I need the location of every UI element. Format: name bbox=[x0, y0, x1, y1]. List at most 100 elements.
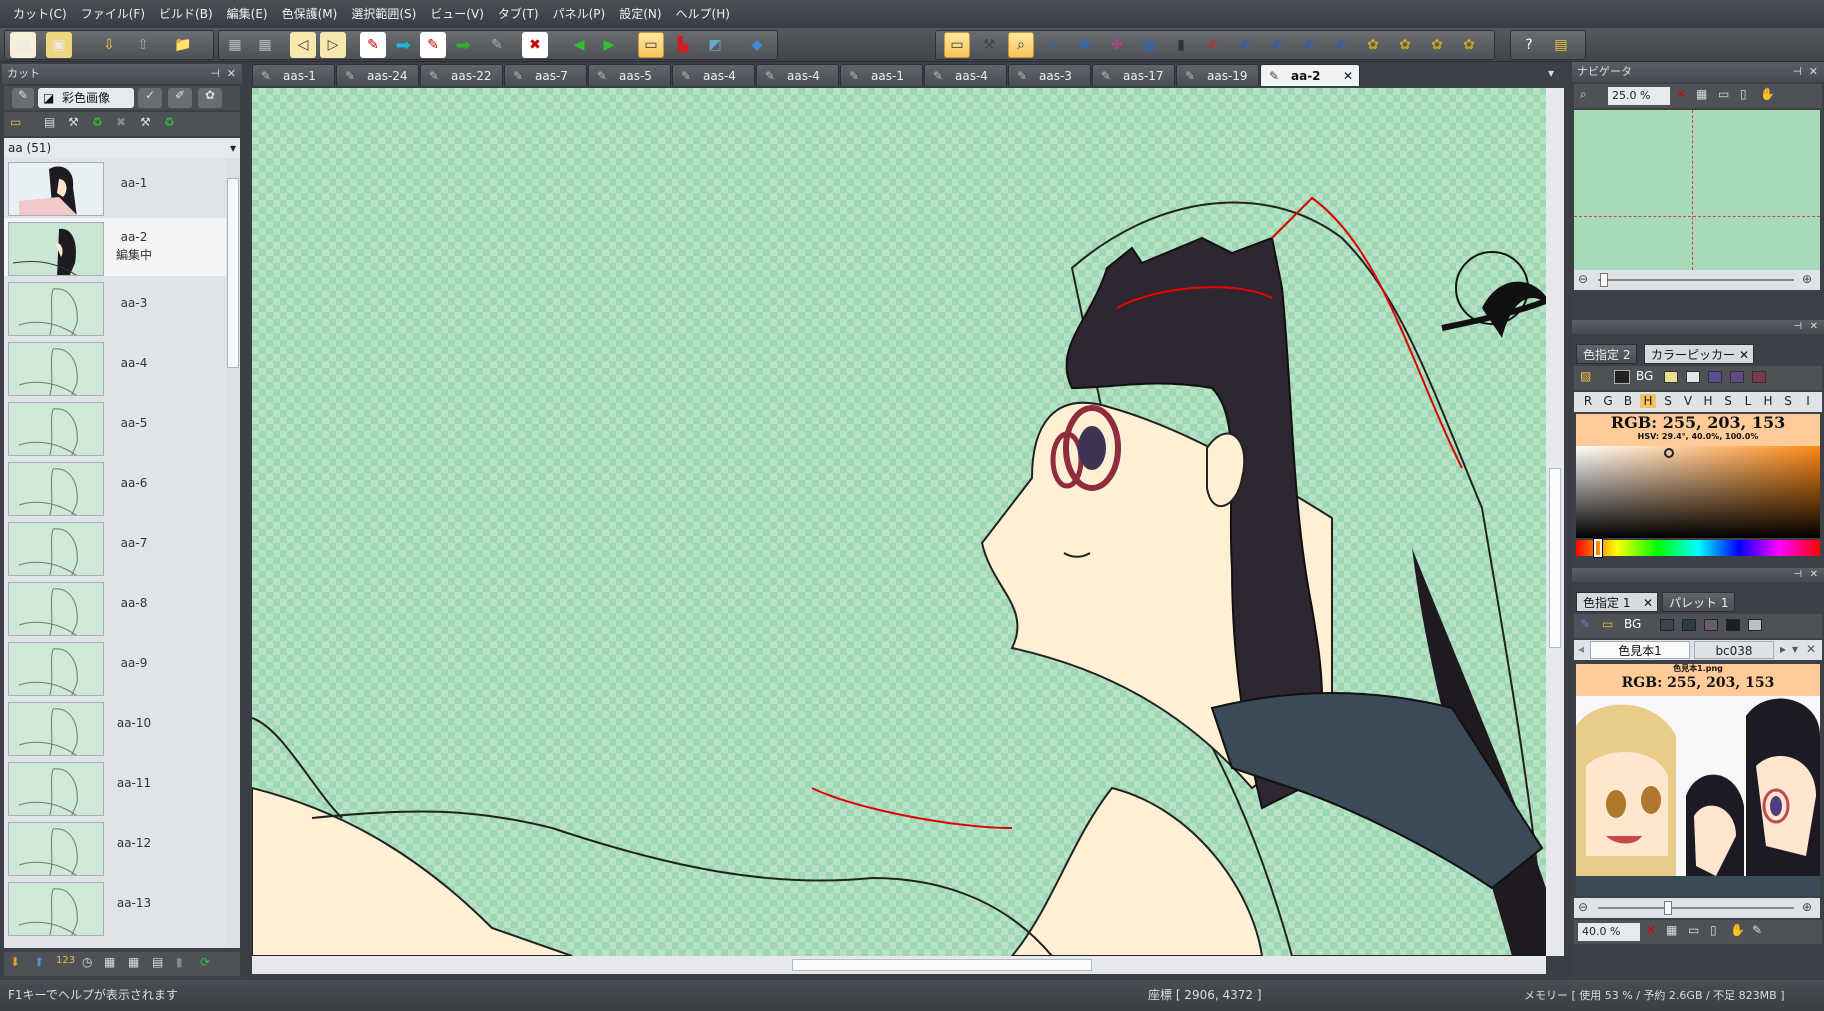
grid-large-icon[interactable]: ▦ bbox=[104, 955, 115, 969]
film-icon[interactable]: ▮ bbox=[1168, 32, 1194, 58]
hue-slider-handle[interactable] bbox=[1593, 538, 1603, 558]
color-mode-button[interactable]: L bbox=[1740, 394, 1756, 408]
cut-item[interactable]: aa-10 bbox=[4, 698, 226, 756]
cut-remove-icon[interactable]: ✖ bbox=[116, 115, 126, 129]
pen-3-icon[interactable]: ✐ bbox=[1264, 32, 1290, 58]
zoom-icon[interactable]: ⌕ bbox=[1580, 87, 1587, 102]
sample-zoom-in-icon[interactable]: ⊕ bbox=[1802, 900, 1812, 914]
transform-icon[interactable]: ✥ bbox=[1072, 32, 1098, 58]
pen-1-icon[interactable]: ✐ bbox=[1200, 32, 1226, 58]
color-mode-button[interactable]: H bbox=[1700, 394, 1716, 408]
color-mode-button[interactable]: I bbox=[1800, 394, 1816, 408]
prev-frame-icon[interactable]: ◁ bbox=[290, 32, 316, 58]
zoom-slider-handle[interactable] bbox=[1600, 273, 1608, 287]
cut-item[interactable]: aa-13 bbox=[4, 878, 226, 936]
cut-recycle-icon[interactable]: ♻ bbox=[92, 115, 103, 129]
fit-height-icon[interactable]: ▯ bbox=[1740, 87, 1747, 101]
sample-swatch-5[interactable] bbox=[1748, 619, 1762, 631]
chart-icon[interactable]: ▙ bbox=[670, 32, 696, 58]
cut-tool-icon[interactable]: ⚒ bbox=[140, 115, 151, 129]
tab-palette-icon[interactable]: ✿ bbox=[198, 88, 222, 108]
navigator-preview[interactable] bbox=[1574, 110, 1820, 270]
color-mode-button[interactable]: B bbox=[1620, 394, 1636, 408]
swatch-5[interactable] bbox=[1752, 371, 1766, 383]
sample-swatch-1[interactable] bbox=[1660, 619, 1674, 631]
tool-disabled-icon[interactable]: ✎ bbox=[484, 32, 510, 58]
sample-fit-width-icon[interactable]: ▭ bbox=[1688, 923, 1699, 937]
color-mode-button[interactable]: S bbox=[1660, 394, 1676, 408]
horizontal-scroll-thumb[interactable] bbox=[792, 959, 1092, 971]
menu-item-0[interactable]: カット(C) bbox=[6, 0, 74, 28]
zoom-tool-icon[interactable]: ⌕ bbox=[1040, 32, 1066, 58]
cut-folder-icon[interactable]: ▭ bbox=[10, 115, 21, 129]
vertical-scroll-thumb[interactable] bbox=[1549, 468, 1561, 648]
grid-medium-icon[interactable]: ▦ bbox=[128, 955, 139, 969]
swatch-1[interactable] bbox=[1664, 371, 1678, 383]
menu-item-2[interactable]: ビルド(B) bbox=[152, 0, 220, 28]
cut-hammer-icon[interactable]: ⚒ bbox=[68, 115, 79, 129]
sample-fit-height-icon[interactable]: ▯ bbox=[1710, 923, 1717, 937]
zoom-out-icon[interactable]: ⊖ bbox=[1578, 272, 1588, 286]
sample-bg-label[interactable]: BG bbox=[1624, 617, 1641, 631]
sample-zoom-out-icon[interactable]: ⊖ bbox=[1578, 900, 1588, 914]
menu-item-10[interactable]: ヘルプ(H) bbox=[669, 0, 737, 28]
bg-label[interactable]: BG bbox=[1636, 369, 1653, 383]
pen-5-icon[interactable]: ✐ bbox=[1328, 32, 1354, 58]
tab-color-picker[interactable]: カラーピッカー ✕ bbox=[1644, 344, 1754, 364]
info-icon[interactable]: ▤ bbox=[1548, 32, 1574, 58]
cut-item[interactable]: aa-12 bbox=[4, 818, 226, 876]
select-rect-icon[interactable]: ▭ bbox=[944, 32, 970, 58]
color-mode-button[interactable]: H bbox=[1760, 394, 1776, 408]
help-icon[interactable]: ? bbox=[1516, 32, 1542, 58]
move-down-icon[interactable]: ⬇ bbox=[10, 955, 20, 969]
tab-colored-image[interactable]: ◪ 彩色画像 bbox=[38, 88, 134, 108]
cut-layer-icon[interactable]: ▤ bbox=[44, 115, 55, 129]
cut-item[interactable]: aa-3 bbox=[4, 278, 226, 336]
menu-item-6[interactable]: ビュー(V) bbox=[423, 0, 491, 28]
document-tab[interactable]: ✎ aas-17 bbox=[1092, 64, 1175, 86]
numbering-icon[interactable]: 123 bbox=[56, 955, 75, 966]
cut-item[interactable]: aa-11 bbox=[4, 758, 226, 816]
swatch-3[interactable] bbox=[1708, 371, 1722, 383]
swatch-2[interactable] bbox=[1686, 371, 1700, 383]
drawing-canvas[interactable] bbox=[252, 88, 1546, 956]
fg-swatch-icon[interactable] bbox=[1614, 370, 1630, 384]
clock-icon[interactable]: ◷ bbox=[82, 955, 92, 969]
zoom-in-icon[interactable]: ⊕ bbox=[1802, 272, 1812, 286]
hammer-icon[interactable]: ⚒ bbox=[976, 32, 1002, 58]
fill-icon[interactable]: ◆ bbox=[744, 32, 770, 58]
next-icon[interactable]: ▶ bbox=[596, 32, 622, 58]
sample-zoom-slider[interactable]: ⊖ ⊕ bbox=[1574, 898, 1820, 918]
sample-next-icon[interactable]: ▸ bbox=[1780, 642, 1786, 656]
menu-item-5[interactable]: 選択範囲(S) bbox=[344, 0, 423, 28]
list-icon[interactable]: ▤ bbox=[152, 955, 163, 969]
color-mode-button[interactable]: V bbox=[1680, 394, 1696, 408]
fit-icon[interactable]: ▦ bbox=[1696, 87, 1707, 101]
fit-width-icon[interactable]: ▭ bbox=[1718, 87, 1729, 101]
edit-cut-2-icon[interactable]: ✎ bbox=[420, 32, 446, 58]
color-cursor[interactable] bbox=[1664, 448, 1674, 458]
tab-check-icon[interactable]: ✓ bbox=[138, 88, 162, 108]
sample-zoom-select[interactable]: 40.0 % bbox=[1578, 923, 1640, 941]
cut-list-scrollbar[interactable] bbox=[226, 158, 240, 948]
palette-icon[interactable]: ▥ bbox=[1136, 32, 1162, 58]
cut-item[interactable]: aa-9 bbox=[4, 638, 226, 696]
menu-item-8[interactable]: パネル(P) bbox=[546, 0, 613, 28]
color-icon[interactable]: ✣ bbox=[1104, 32, 1130, 58]
navigator-zoom-select[interactable]: 25.0 % bbox=[1608, 87, 1670, 105]
eyedropper-icon[interactable]: ✎ bbox=[1580, 617, 1590, 631]
palette-c-icon[interactable]: ✿ bbox=[1424, 32, 1450, 58]
cross-icon[interactable]: ✕ bbox=[1676, 87, 1686, 101]
cut-list-scroll-thumb[interactable] bbox=[227, 178, 239, 368]
cut-item[interactable]: aa-5 bbox=[4, 398, 226, 456]
cut-item[interactable]: aa-4 bbox=[4, 338, 226, 396]
cut-group-select[interactable]: aa (51) ▾ bbox=[4, 138, 240, 158]
palette-a-icon[interactable]: ✿ bbox=[1360, 32, 1386, 58]
document-tab[interactable]: ✎ aas-24 bbox=[336, 64, 419, 86]
arrow-right-cyan-icon[interactable]: ➡ bbox=[390, 32, 416, 58]
pen-2-icon[interactable]: ✐ bbox=[1232, 32, 1258, 58]
cut-item[interactable]: aa-8 bbox=[4, 578, 226, 636]
sample-swatch-4[interactable] bbox=[1726, 619, 1740, 631]
menu-item-7[interactable]: タブ(T) bbox=[491, 0, 546, 28]
sample-hand-icon[interactable]: ✋ bbox=[1730, 923, 1745, 937]
